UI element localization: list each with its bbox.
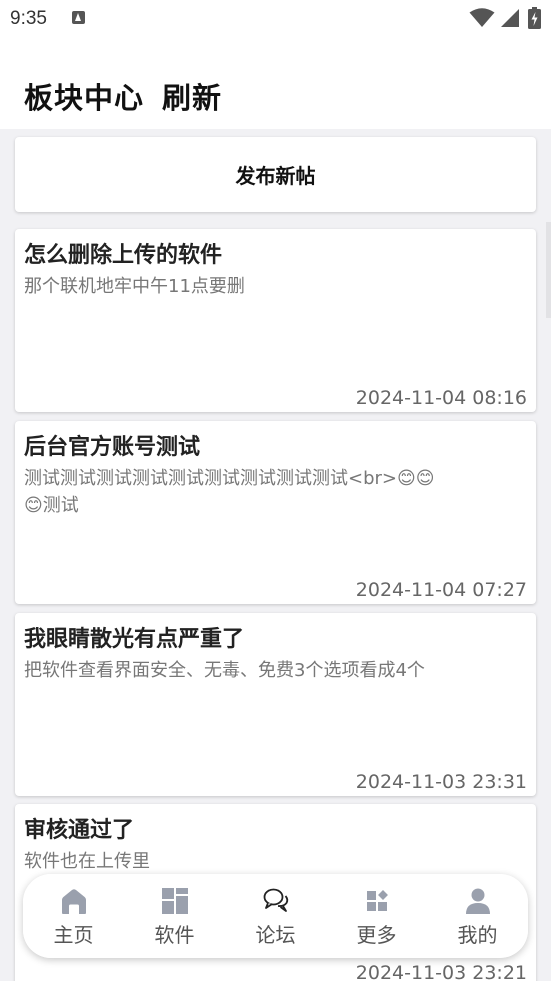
home-icon	[61, 889, 86, 914]
post-title: 审核通过了	[24, 818, 135, 843]
refresh-button[interactable]: 刷新	[162, 75, 222, 117]
nav-item-profile[interactable]: 我的	[427, 874, 528, 958]
post-timestamp: 2024-11-04 07:27	[355, 579, 527, 601]
post-body: 把软件查看界面安全、无毒、免费3个选项看成4个	[24, 660, 425, 681]
post-title: 怎么删除上传的软件	[24, 243, 223, 268]
nav-item-home[interactable]: 主页	[23, 874, 124, 958]
post-card[interactable]: 后台官方账号测试 测试测试测试测试测试测试测试测试测试<br>😊😊 😊测试 202…	[15, 421, 536, 604]
smiling-face-emoji-icon: 😊	[397, 468, 416, 489]
post-timestamp: 2024-11-04 08:16	[355, 387, 527, 409]
battery-charging-icon	[528, 7, 541, 29]
person-icon	[465, 888, 490, 914]
post-title: 后台官方账号测试	[24, 435, 201, 460]
notification-a-icon	[72, 11, 85, 24]
signal-icon	[501, 9, 519, 27]
smiling-face-emoji-icon: 😊	[415, 468, 435, 489]
post-body: 软件也在上传里	[24, 851, 150, 872]
post-timestamp: 2024-11-03 23:21	[355, 962, 527, 981]
nav-label: 主页	[53, 923, 94, 947]
nav-label: 软件	[154, 923, 195, 947]
scrollbar-thumb[interactable]	[546, 222, 551, 318]
post-body-text: 测试测试测试测试测试测试测试测试测试<br>	[24, 468, 397, 489]
header: 板块中心 刷新	[0, 40, 551, 129]
status-bar: 9:35	[0, 0, 551, 40]
post-body-tail: 测试	[42, 495, 79, 516]
nav-label: 更多	[356, 923, 397, 947]
nav-item-forum[interactable]: 论坛	[225, 874, 326, 958]
post-title: 我眼睛散光有点严重了	[24, 627, 245, 652]
status-time: 9:35	[10, 8, 47, 29]
nav-item-more[interactable]: 更多	[326, 874, 427, 958]
nav-label: 论坛	[255, 923, 296, 947]
post-body: 测试测试测试测试测试测试测试测试测试<br>😊😊 😊测试	[24, 465, 522, 519]
page-title: 板块中心	[24, 81, 145, 115]
chat-bubbles-icon	[263, 888, 288, 912]
more-widgets-icon	[366, 890, 388, 911]
nav-item-software[interactable]: 软件	[124, 874, 225, 958]
smiling-face-emoji-icon: 😊	[24, 495, 43, 516]
post-body: 那个联机地牢中午11点要删	[24, 276, 245, 297]
wifi-icon	[469, 8, 495, 27]
post-card[interactable]: 我眼睛散光有点严重了 把软件查看界面安全、无毒、免费3个选项看成4个 2024-…	[15, 613, 536, 796]
apps-grid-icon	[161, 888, 188, 914]
post-timestamp: 2024-11-03 23:31	[355, 771, 527, 793]
app-root: 9:35 板块中心 刷新 发布新帖 怎么删除上传的软件 那个联机地牢中午11点要…	[0, 0, 551, 981]
nav-label: 我的	[457, 923, 498, 947]
post-card[interactable]: 怎么删除上传的软件 那个联机地牢中午11点要删 2024-11-04 08:16	[15, 229, 536, 412]
bottom-navigation: 主页 软件 论坛 更多 我的	[23, 874, 528, 958]
new-post-button[interactable]: 发布新帖	[15, 137, 536, 212]
